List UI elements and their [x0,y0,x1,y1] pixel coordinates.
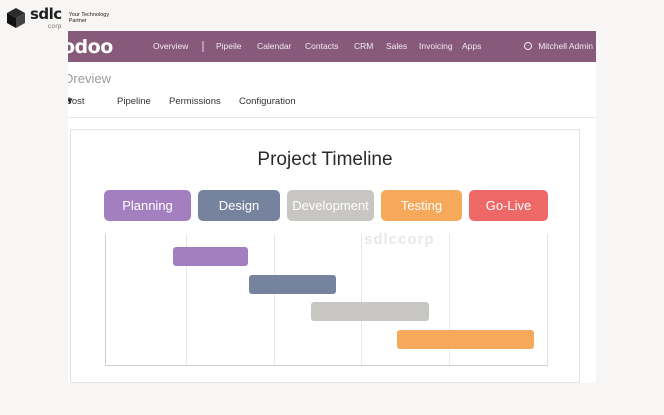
cube-icon [7,8,25,28]
phase-development[interactable]: Development [287,190,374,221]
nav-crm[interactable]: CRM [354,41,373,51]
app-window: odoo Overview Pipeile Calendar Contacts … [68,31,596,383]
gantt-bar-planning[interactable] [173,247,248,266]
phase-go-live[interactable]: Go-Live [469,190,548,221]
nav-pipeline[interactable]: Pipeile [216,41,242,51]
grid-line [361,234,362,365]
phase-planning[interactable]: Planning [104,190,191,221]
nav-contacts[interactable]: Contacts [305,41,339,51]
gantt-bar-design[interactable] [249,274,337,294]
nav-separator [202,41,204,52]
nav-calendar[interactable]: Calendar [257,41,292,51]
timeline-title: Project Timeline [257,149,393,170]
corporate-wordmark: sdlc corp [30,5,62,31]
nav-apps[interactable]: Apps [462,41,481,51]
timeline-card: Project Timeline Planning Design Develop… [70,129,580,383]
subnav-configuration[interactable]: Configuration [239,96,296,107]
gantt-chart [105,234,548,366]
sub-navigation: Cost ▼ Pipeline Permissions Configuratio… [68,96,596,110]
corporate-tagline: Your Technology Partner [68,12,110,24]
user-name: Mitchell Admin [538,41,593,51]
gantt-bar-development[interactable] [311,302,430,321]
subnav-permissions[interactable]: Permissions [169,96,221,107]
grid-line [274,234,275,365]
phase-testing[interactable]: Testing [381,190,462,221]
subnav-pipeline[interactable]: Pipeline [117,96,151,107]
top-navbar: odoo Overview Pipeile Calendar Contacts … [68,31,596,62]
watermark: sdlccorp [364,231,435,248]
user-menu[interactable]: · Mitchell Admin [524,41,593,51]
gantt-bar-testing[interactable] [397,329,534,349]
chevron-down-icon: ▼ [68,96,75,107]
page-title: Dreview [68,71,111,86]
corporate-logo: sdlc corp Your Technology Partner [6,6,113,30]
nav-overview[interactable]: Overview [153,41,188,51]
nav-invoicing[interactable]: Invoicing [419,41,453,51]
nav-sales[interactable]: Sales [386,41,407,51]
brand-logo[interactable]: odoo [68,36,113,58]
divider [68,117,596,118]
clock-icon: · [524,42,533,50]
phase-design[interactable]: Design [198,190,280,221]
